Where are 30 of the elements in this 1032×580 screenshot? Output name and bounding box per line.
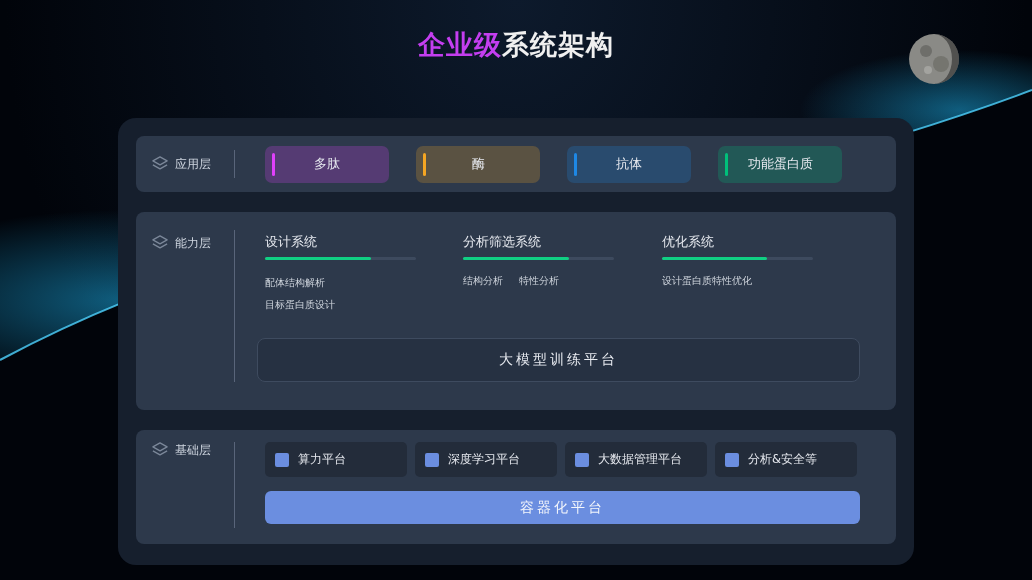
layer-label: 能力层	[175, 235, 211, 252]
system-title: 设计系统	[265, 234, 318, 250]
square-icon	[575, 452, 589, 467]
square-icon	[275, 452, 289, 467]
category-tag[interactable]: 酶	[416, 145, 540, 183]
layer-label: 基础层	[175, 442, 211, 459]
feature-item: 设计蛋白质特性优化	[661, 274, 752, 288]
layers-icon	[151, 156, 169, 172]
square-icon	[425, 452, 439, 467]
feature-item: 配体结构解析	[265, 276, 326, 290]
category-tag[interactable]: 多肽	[265, 145, 389, 183]
layer-label: 应用层	[175, 155, 211, 173]
system-title: 优化系统	[661, 234, 715, 250]
page-title: 企业级系统架构	[418, 28, 614, 62]
platform-label: 算力平台	[298, 452, 346, 467]
platform-label: 深度学习平台	[448, 452, 520, 467]
feature-item: 特性分析	[519, 274, 560, 288]
layers-icon	[151, 235, 169, 251]
moon-drawing	[908, 33, 960, 85]
feature-item: 目标蛋白质设计	[265, 298, 336, 312]
system-title: 分析筛选系统	[463, 234, 543, 250]
container-platform-bar: 容器化平台	[265, 491, 860, 524]
layers-icon	[151, 442, 169, 458]
category-tag[interactable]: 功能蛋白质	[718, 145, 842, 183]
category-tag[interactable]: 抗体	[567, 145, 691, 183]
training-platform-bar: 大模型训练平台	[257, 338, 860, 382]
platform-label: 分析&安全等	[748, 452, 817, 467]
feature-item: 结构分析	[463, 274, 504, 288]
platform-label: 大数据管理平台	[598, 452, 682, 467]
square-icon	[725, 452, 739, 467]
